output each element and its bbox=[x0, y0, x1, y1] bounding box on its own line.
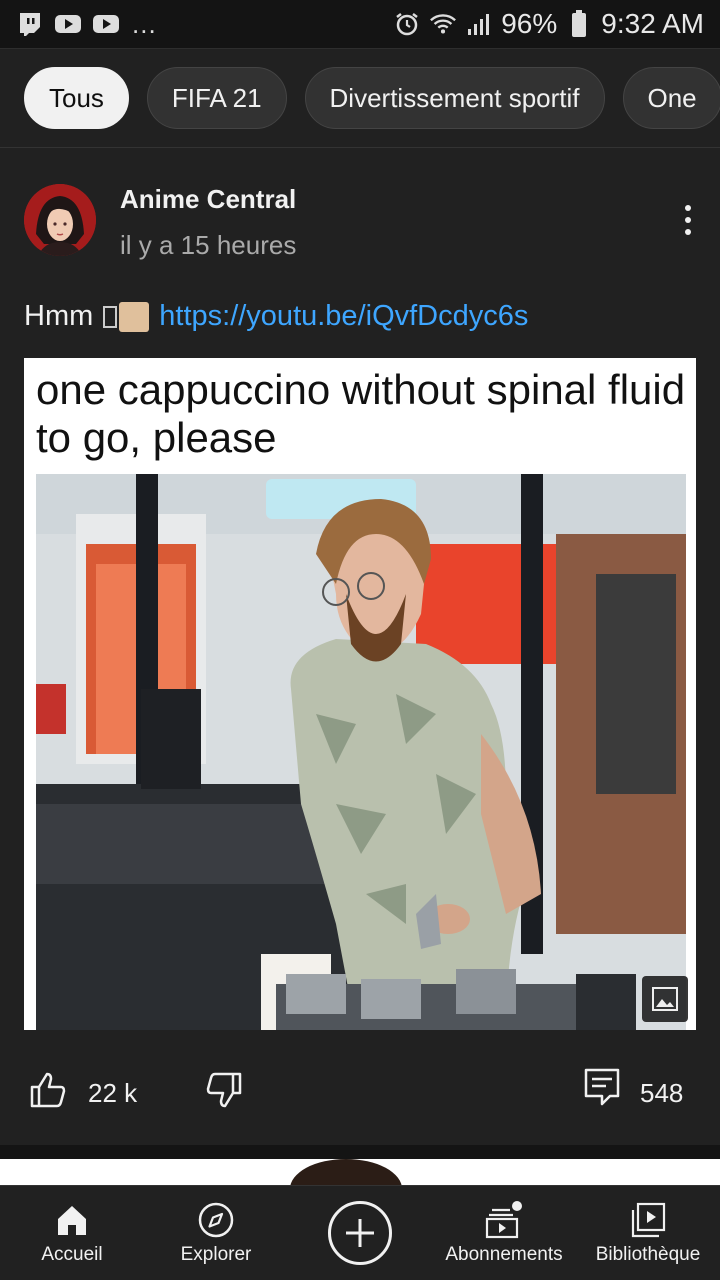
nav-create[interactable] bbox=[288, 1186, 432, 1280]
nav-subscriptions[interactable]: Abonnements bbox=[432, 1186, 576, 1280]
like-button[interactable] bbox=[28, 1070, 68, 1110]
battery-icon bbox=[565, 10, 593, 37]
compass-icon bbox=[196, 1200, 236, 1240]
community-post: Anime Central il y a 15 heures Hmm https… bbox=[0, 150, 720, 1145]
chip-one[interactable]: One bbox=[622, 67, 720, 129]
status-right: 96% 9:32 AM bbox=[393, 8, 704, 40]
avatar[interactable] bbox=[24, 184, 96, 256]
post-timestamp: il y a 15 heures bbox=[120, 230, 297, 260]
next-post-thumbnail bbox=[290, 1159, 402, 1185]
meme-caption: one cappuccino without spinal fluid to g… bbox=[36, 366, 686, 461]
chip-all[interactable]: Tous bbox=[24, 67, 129, 129]
feed-divider bbox=[0, 1145, 720, 1159]
nav-subscriptions-label: Abonnements bbox=[445, 1244, 563, 1265]
dot bbox=[685, 217, 691, 223]
youtube-icon bbox=[92, 11, 120, 37]
filter-chips: Tous FIFA 21 Divertissement sportif One bbox=[0, 48, 720, 148]
nav-explore[interactable]: Explorer bbox=[144, 1186, 288, 1280]
like-count: 22 k bbox=[88, 1078, 138, 1108]
post-link[interactable]: https://youtu.be/iQvfDcdyc6s bbox=[159, 300, 528, 333]
twitch-icon bbox=[16, 11, 44, 37]
status-bar: ... 96% 9:32 AM bbox=[0, 0, 720, 48]
nav-home[interactable]: Accueil bbox=[0, 1186, 144, 1280]
comment-count: 548 bbox=[640, 1078, 684, 1108]
next-post-preview[interactable] bbox=[0, 1159, 720, 1185]
nav-library-label: Bibliothèque bbox=[595, 1244, 701, 1265]
wifi-icon bbox=[429, 11, 457, 37]
status-left: ... bbox=[16, 9, 157, 40]
home-icon bbox=[52, 1200, 92, 1240]
subscriptions-icon bbox=[484, 1200, 524, 1240]
chip-sports-entertainment[interactable]: Divertissement sportif bbox=[304, 67, 605, 129]
more-notifications-indicator: ... bbox=[132, 8, 157, 39]
battery-percent: 96% bbox=[501, 8, 558, 39]
nav-home-label: Accueil bbox=[41, 1244, 103, 1265]
nav-library[interactable]: Bibliothèque bbox=[576, 1186, 720, 1280]
create-icon bbox=[328, 1201, 392, 1265]
youtube-icon bbox=[54, 11, 82, 37]
emoji-icon bbox=[103, 301, 150, 332]
comment-button[interactable] bbox=[582, 1066, 622, 1110]
library-icon bbox=[628, 1200, 668, 1240]
clock: 9:32 AM bbox=[601, 8, 704, 39]
barista-photo bbox=[36, 474, 686, 1030]
dot bbox=[685, 229, 691, 235]
signal-icon bbox=[465, 11, 493, 37]
dislike-button[interactable] bbox=[204, 1070, 244, 1110]
post-text-body: Hmm bbox=[24, 300, 94, 332]
dot bbox=[685, 205, 691, 211]
post-image[interactable]: one cappuccino without spinal fluid to g… bbox=[24, 358, 696, 1030]
nav-explore-label: Explorer bbox=[180, 1244, 252, 1265]
channel-name[interactable]: Anime Central bbox=[120, 184, 296, 215]
chip-fifa-21[interactable]: FIFA 21 bbox=[146, 67, 287, 129]
bottom-navigation: Accueil Explorer Abonnements Bibliothèqu… bbox=[0, 1185, 720, 1280]
post-actions: 22 k 548 bbox=[0, 1060, 720, 1130]
post-text: Hmm https://youtu.be/iQvfDcdyc6s bbox=[24, 300, 528, 333]
alarm-icon bbox=[393, 11, 421, 37]
more-options-button[interactable] bbox=[668, 200, 708, 240]
image-gallery-icon[interactable] bbox=[642, 976, 688, 1022]
